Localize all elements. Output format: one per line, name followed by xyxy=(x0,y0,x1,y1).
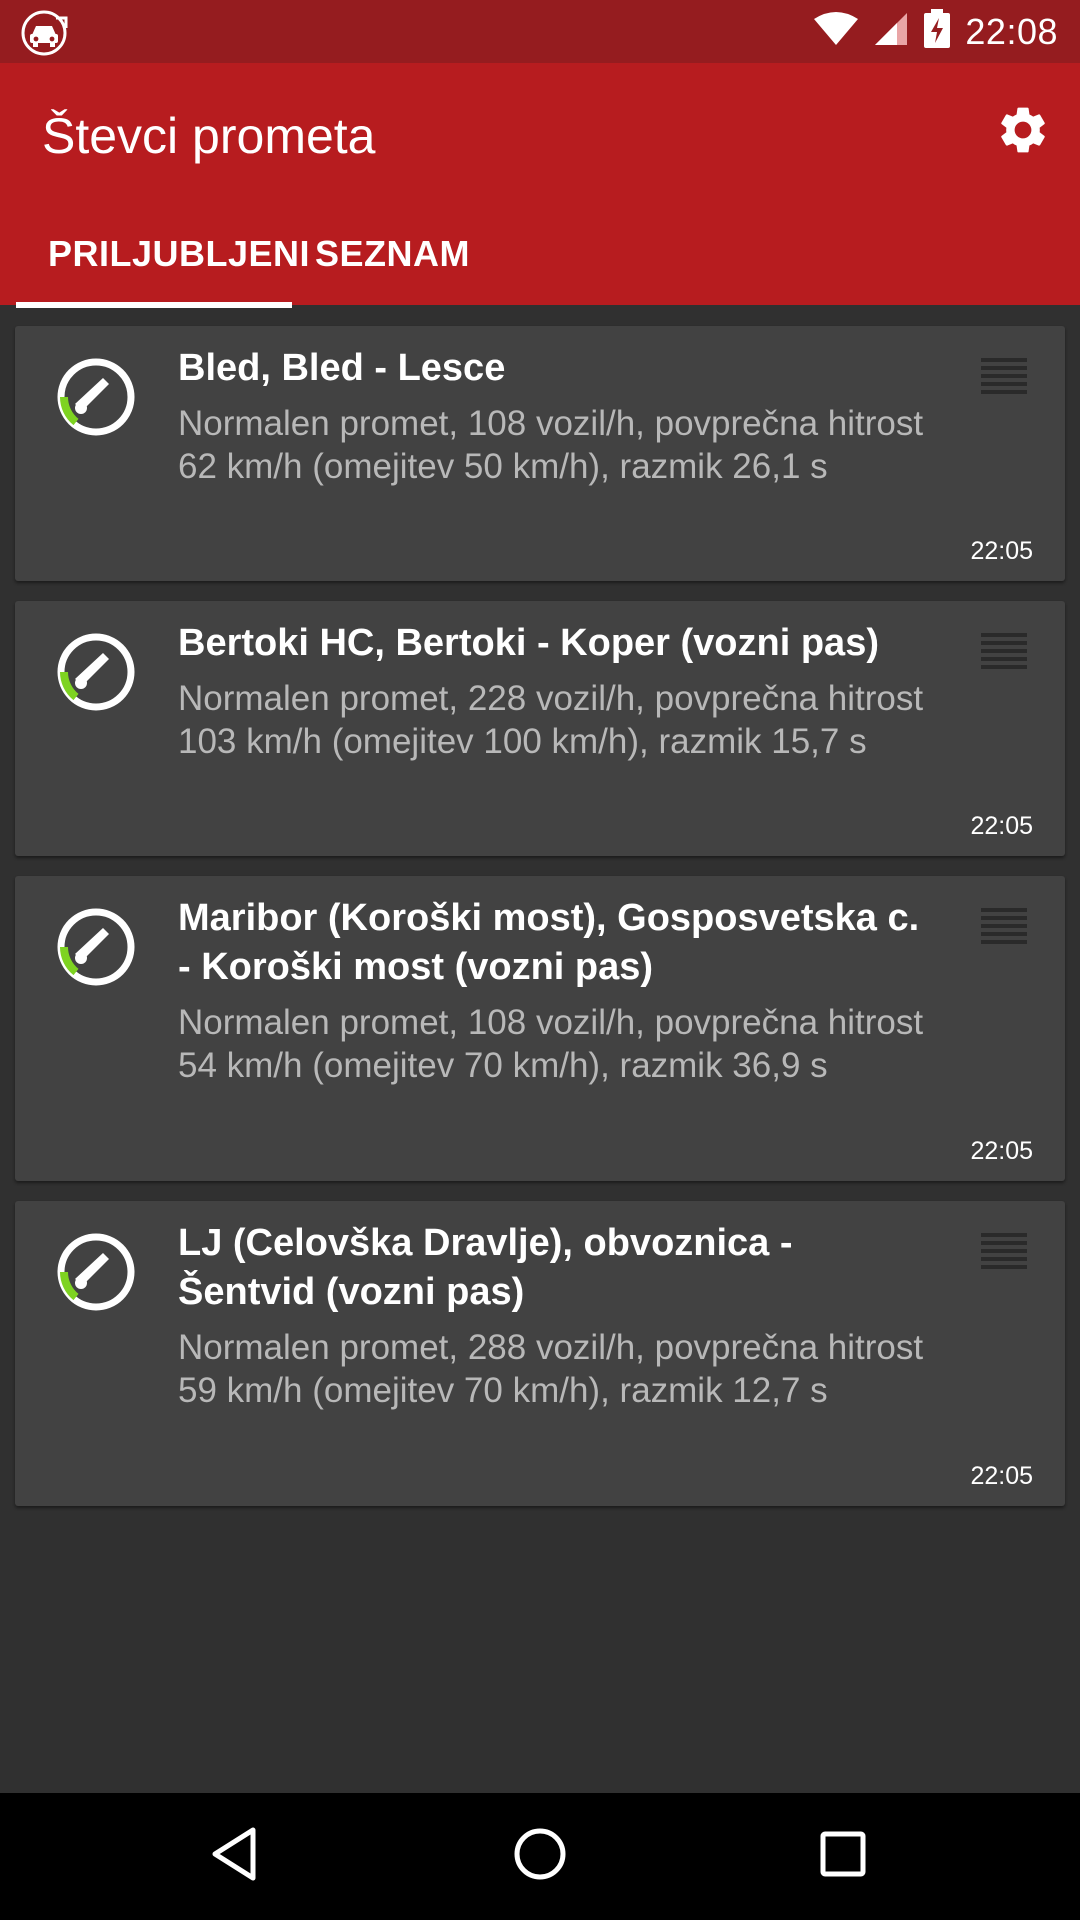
back-button[interactable] xyxy=(200,1821,270,1891)
app-screen: 22:08 Števci prometa PRILJUBLJENI SEZNAM xyxy=(0,0,1080,1920)
speedometer-icon xyxy=(55,1231,137,1313)
status-bar: 22:08 xyxy=(0,0,1080,63)
counter-list: Bled, Bled - Lesce Normalen promet, 108 … xyxy=(15,326,1065,1526)
speedometer-icon xyxy=(55,906,137,988)
app-title: Števci prometa xyxy=(42,108,376,164)
speedometer-icon xyxy=(55,356,137,438)
counter-title: LJ (Celovška Dravlje), obvoznica - Šentv… xyxy=(178,1222,793,1313)
counter-card[interactable]: LJ (Celovška Dravlje), obvoznica - Šentv… xyxy=(15,1201,1065,1506)
recents-icon xyxy=(819,1830,867,1883)
battery-charging-icon xyxy=(923,9,951,54)
counter-time: 22:05 xyxy=(970,812,1033,840)
counter-card[interactable]: Maribor (Koroški most), Gosposvetska c. … xyxy=(15,876,1065,1181)
home-button[interactable] xyxy=(505,1821,575,1891)
wifi-icon xyxy=(813,11,859,52)
counter-time: 22:05 xyxy=(970,1137,1033,1165)
counter-title: Maribor (Koroški most), Gosposvetska c. … xyxy=(178,897,920,988)
drag-handle-icon[interactable] xyxy=(981,1233,1027,1269)
tab-label: PRILJUBLJENI xyxy=(48,233,311,274)
counter-description: Normalen promet, 288 vozil/h, povprečna … xyxy=(178,1328,924,1410)
home-icon xyxy=(512,1826,568,1887)
counter-description: Normalen promet, 108 vozil/h, povprečna … xyxy=(178,404,924,486)
tab-seznam[interactable]: SEZNAM xyxy=(292,233,470,305)
counter-card[interactable]: Bled, Bled - Lesce Normalen promet, 108 … xyxy=(15,326,1065,581)
settings-button[interactable] xyxy=(992,101,1054,163)
recents-button[interactable] xyxy=(808,1821,878,1891)
back-icon xyxy=(209,1826,261,1887)
counter-description: Normalen promet, 228 vozil/h, povprečna … xyxy=(178,679,924,761)
status-indicators: 22:08 xyxy=(813,0,1058,63)
tab-priljubljeni[interactable]: PRILJUBLJENI xyxy=(16,233,310,308)
counter-description: Normalen promet, 108 vozil/h, povprečna … xyxy=(178,1003,924,1085)
drag-handle-icon[interactable] xyxy=(981,358,1027,394)
counter-card[interactable]: Bertoki HC, Bertoki - Koper (vozni pas) … xyxy=(15,601,1065,856)
counter-title: Bled, Bled - Lesce xyxy=(178,347,506,389)
app-bar: Števci prometa PRILJUBLJENI SEZNAM xyxy=(0,63,1080,308)
counter-title: Bertoki HC, Bertoki - Koper (vozni pas) xyxy=(178,622,879,664)
gear-icon xyxy=(995,102,1051,163)
counter-time: 22:05 xyxy=(970,537,1033,565)
tab-label: SEZNAM xyxy=(315,233,470,274)
tab-bar: PRILJUBLJENI SEZNAM xyxy=(16,233,470,308)
traffic-car-icon xyxy=(20,8,72,56)
counter-time: 22:05 xyxy=(970,1462,1033,1490)
navigation-bar xyxy=(0,1793,1080,1920)
drag-handle-icon[interactable] xyxy=(981,908,1027,944)
cell-signal-icon xyxy=(873,11,909,52)
speedometer-icon xyxy=(55,631,137,713)
drag-handle-icon[interactable] xyxy=(981,633,1027,669)
status-time: 22:08 xyxy=(965,10,1058,52)
